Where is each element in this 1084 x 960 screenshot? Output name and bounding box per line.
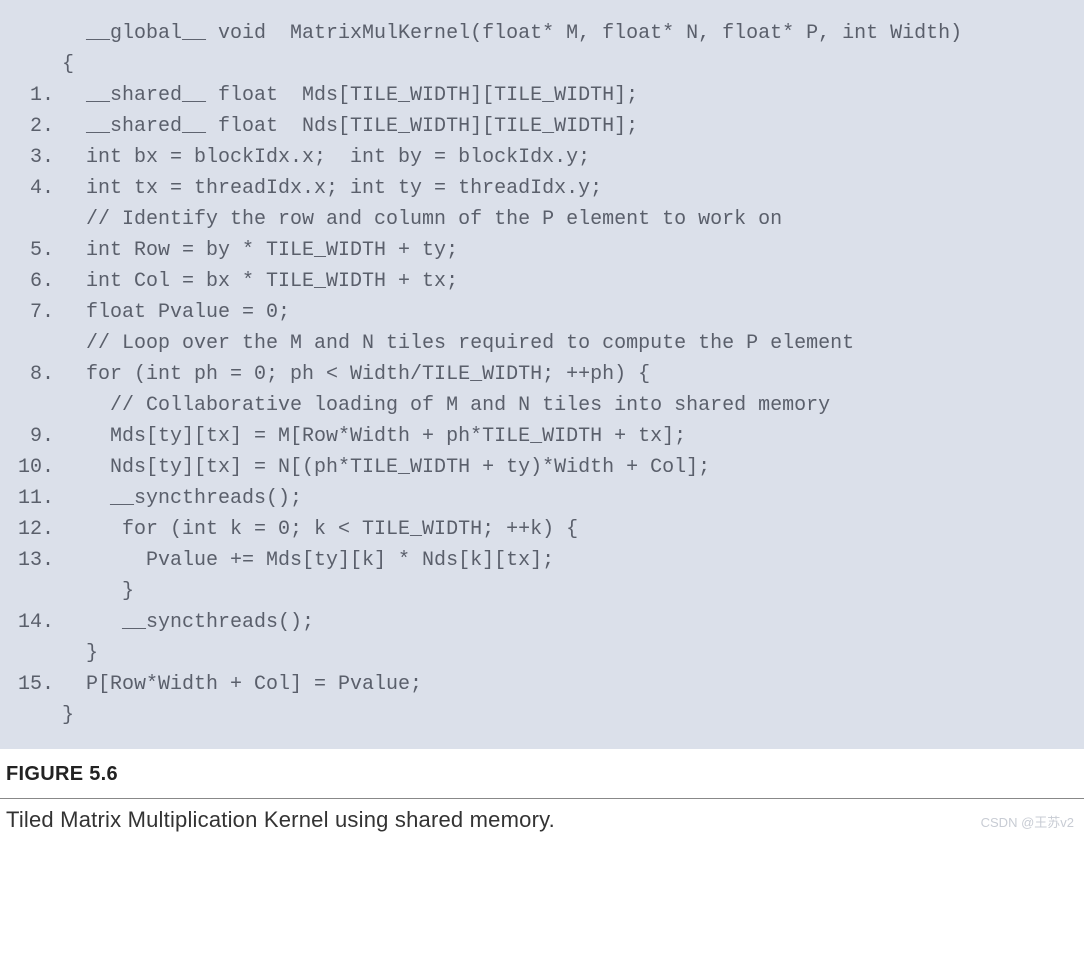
code-line: 1. __shared__ float Mds[TILE_WIDTH][TILE…	[10, 80, 1074, 111]
line-number: 9.	[10, 421, 62, 452]
line-number	[10, 700, 62, 731]
line-number: 10.	[10, 452, 62, 483]
code-block: __global__ void MatrixMulKernel(float* M…	[0, 0, 1084, 749]
line-content: __shared__ float Mds[TILE_WIDTH][TILE_WI…	[62, 80, 638, 111]
line-content: P[Row*Width + Col] = Pvalue;	[62, 669, 422, 700]
line-number: 14.	[10, 607, 62, 638]
code-line: // Loop over the M and N tiles required …	[10, 328, 1074, 359]
line-number: 6.	[10, 266, 62, 297]
line-content: }	[62, 638, 98, 669]
code-line: 5. int Row = by * TILE_WIDTH + ty;	[10, 235, 1074, 266]
code-line: 12. for (int k = 0; k < TILE_WIDTH; ++k)…	[10, 514, 1074, 545]
code-line: }	[10, 638, 1074, 669]
line-content: int tx = threadIdx.x; int ty = threadIdx…	[62, 173, 602, 204]
line-number: 2.	[10, 111, 62, 142]
code-line: // Identify the row and column of the P …	[10, 204, 1074, 235]
line-number	[10, 390, 62, 421]
line-content: }	[62, 700, 74, 731]
line-number: 11.	[10, 483, 62, 514]
line-content: int bx = blockIdx.x; int by = blockIdx.y…	[62, 142, 590, 173]
line-number: 15.	[10, 669, 62, 700]
line-content: // Identify the row and column of the P …	[62, 204, 782, 235]
line-content: }	[62, 576, 134, 607]
line-content: Nds[ty][tx] = N[(ph*TILE_WIDTH + ty)*Wid…	[62, 452, 710, 483]
line-number: 13.	[10, 545, 62, 576]
code-line: 2. __shared__ float Nds[TILE_WIDTH][TILE…	[10, 111, 1074, 142]
line-number: 7.	[10, 297, 62, 328]
line-content: Mds[ty][tx] = M[Row*Width + ph*TILE_WIDT…	[62, 421, 686, 452]
line-content: __syncthreads();	[62, 607, 314, 638]
line-number	[10, 638, 62, 669]
code-line: 15. P[Row*Width + Col] = Pvalue;	[10, 669, 1074, 700]
code-line: }	[10, 576, 1074, 607]
code-line: 4. int tx = threadIdx.x; int ty = thread…	[10, 173, 1074, 204]
figure-divider	[0, 798, 1084, 799]
code-line: {	[10, 49, 1074, 80]
line-number	[10, 49, 62, 80]
line-number: 12.	[10, 514, 62, 545]
line-number: 8.	[10, 359, 62, 390]
line-number: 5.	[10, 235, 62, 266]
line-number	[10, 204, 62, 235]
line-number: 1.	[10, 80, 62, 111]
line-content: int Col = bx * TILE_WIDTH + tx;	[62, 266, 458, 297]
line-content: float Pvalue = 0;	[62, 297, 290, 328]
line-number: 4.	[10, 173, 62, 204]
code-line: 3. int bx = blockIdx.x; int by = blockId…	[10, 142, 1074, 173]
figure-caption: Tiled Matrix Multiplication Kernel using…	[6, 807, 555, 833]
line-content: for (int k = 0; k < TILE_WIDTH; ++k) {	[62, 514, 578, 545]
code-line: 6. int Col = bx * TILE_WIDTH + tx;	[10, 266, 1074, 297]
line-number	[10, 18, 62, 49]
line-number	[10, 328, 62, 359]
line-number: 3.	[10, 142, 62, 173]
figure-label: FIGURE 5.6	[0, 749, 1084, 792]
watermark: CSDN @王苏v2	[981, 812, 1078, 833]
line-content: // Collaborative loading of M and N tile…	[62, 390, 830, 421]
line-content: __syncthreads();	[62, 483, 302, 514]
line-number	[10, 576, 62, 607]
code-line: 10. Nds[ty][tx] = N[(ph*TILE_WIDTH + ty)…	[10, 452, 1074, 483]
code-line: // Collaborative loading of M and N tile…	[10, 390, 1074, 421]
code-line: }	[10, 700, 1074, 731]
code-line: 8. for (int ph = 0; ph < Width/TILE_WIDT…	[10, 359, 1074, 390]
line-content: Pvalue += Mds[ty][k] * Nds[k][tx];	[62, 545, 554, 576]
code-line: __global__ void MatrixMulKernel(float* M…	[10, 18, 1074, 49]
line-content: __shared__ float Nds[TILE_WIDTH][TILE_WI…	[62, 111, 638, 142]
line-content: __global__ void MatrixMulKernel(float* M…	[62, 18, 962, 49]
line-content: // Loop over the M and N tiles required …	[62, 328, 854, 359]
code-line: 9. Mds[ty][tx] = M[Row*Width + ph*TILE_W…	[10, 421, 1074, 452]
line-content: int Row = by * TILE_WIDTH + ty;	[62, 235, 458, 266]
caption-row: Tiled Matrix Multiplication Kernel using…	[0, 807, 1084, 839]
code-line: 7. float Pvalue = 0;	[10, 297, 1074, 328]
code-line: 11. __syncthreads();	[10, 483, 1074, 514]
line-content: for (int ph = 0; ph < Width/TILE_WIDTH; …	[62, 359, 650, 390]
code-line: 14. __syncthreads();	[10, 607, 1074, 638]
code-line: 13. Pvalue += Mds[ty][k] * Nds[k][tx];	[10, 545, 1074, 576]
line-content: {	[62, 49, 74, 80]
